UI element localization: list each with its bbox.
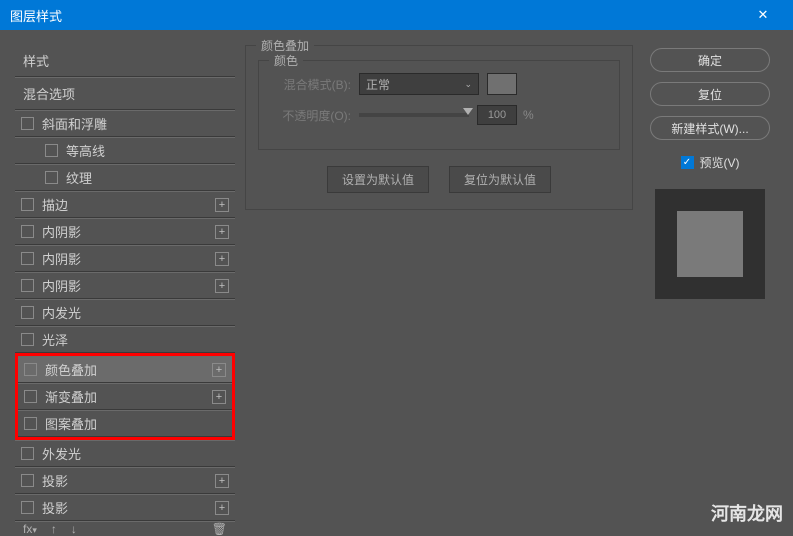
- style-label: 等高线: [66, 141, 229, 160]
- style-item[interactable]: 斜面和浮雕: [15, 110, 235, 137]
- add-effect-icon[interactable]: +: [215, 252, 229, 266]
- preview-checkbox-icon: ✓: [681, 156, 694, 169]
- style-label: 内阴影: [42, 249, 215, 268]
- style-label: 图案叠加: [45, 414, 226, 433]
- style-item[interactable]: 等高线: [15, 137, 235, 164]
- add-effect-icon[interactable]: +: [212, 390, 226, 404]
- add-effect-icon[interactable]: +: [215, 198, 229, 212]
- add-effect-icon[interactable]: +: [212, 363, 226, 377]
- style-checkbox[interactable]: [21, 198, 34, 211]
- style-item[interactable]: 渐变叠加+: [18, 383, 232, 410]
- style-label: 描边: [42, 195, 215, 214]
- close-button[interactable]: ✕: [743, 0, 783, 30]
- opacity-input[interactable]: 100: [477, 105, 517, 125]
- color-swatch[interactable]: [487, 73, 517, 95]
- style-label: 内发光: [42, 303, 229, 322]
- style-item[interactable]: 纹理: [15, 164, 235, 191]
- style-checkbox[interactable]: [24, 390, 37, 403]
- preview-toggle[interactable]: ✓ 预览(V): [681, 154, 740, 171]
- opacity-slider[interactable]: [359, 113, 469, 117]
- style-item[interactable]: 内阴影+: [15, 218, 235, 245]
- style-item[interactable]: 内发光: [15, 299, 235, 326]
- preview-swatch: [677, 211, 743, 277]
- style-checkbox[interactable]: [21, 117, 34, 130]
- style-checkbox[interactable]: [45, 171, 58, 184]
- fx-menu[interactable]: fx▾: [23, 522, 37, 536]
- style-checkbox[interactable]: [21, 306, 34, 319]
- style-checkbox[interactable]: [21, 474, 34, 487]
- style-item[interactable]: 投影+: [15, 467, 235, 494]
- style-label: 渐变叠加: [45, 387, 212, 406]
- add-effect-icon[interactable]: +: [215, 501, 229, 515]
- add-effect-icon[interactable]: +: [215, 279, 229, 293]
- main-content: 样式 混合选项 斜面和浮雕等高线纹理描边+内阴影+内阴影+内阴影+内发光光泽颜色…: [0, 30, 793, 532]
- style-label: 纹理: [66, 168, 229, 187]
- style-checkbox[interactable]: [21, 225, 34, 238]
- slider-thumb-icon: [463, 108, 473, 115]
- add-effect-icon[interactable]: +: [215, 225, 229, 239]
- add-effect-icon[interactable]: +: [215, 474, 229, 488]
- style-label: 外发光: [42, 444, 229, 463]
- style-label: 颜色叠加: [45, 360, 212, 379]
- left-panel: 样式 混合选项 斜面和浮雕等高线纹理描边+内阴影+内阴影+内阴影+内发光光泽颜色…: [0, 30, 235, 532]
- style-item[interactable]: 颜色叠加+: [18, 356, 232, 383]
- trash-icon[interactable]: 🗑: [212, 522, 227, 536]
- make-default-button[interactable]: 设置为默认值: [327, 166, 429, 193]
- titlebar: 图层样式 ✕: [0, 0, 793, 30]
- style-checkbox[interactable]: [45, 144, 58, 157]
- center-panel: 颜色叠加 颜色 混合模式(B): 正常 ⌄ 不透明度(O): 100: [235, 30, 643, 532]
- percent-label: %: [523, 108, 534, 122]
- window-title: 图层样式: [10, 6, 62, 25]
- styles-header[interactable]: 样式: [15, 45, 235, 77]
- inner-group-title: 颜色: [269, 52, 303, 69]
- style-item[interactable]: 光泽: [15, 326, 235, 353]
- opacity-row: 不透明度(O): 100 %: [271, 105, 607, 125]
- cancel-button[interactable]: 复位: [650, 82, 770, 106]
- style-label: 斜面和浮雕: [42, 114, 229, 133]
- style-label: 投影: [42, 471, 215, 490]
- opacity-label: 不透明度(O):: [271, 107, 351, 124]
- color-overlay-group: 颜色叠加 颜色 混合模式(B): 正常 ⌄ 不透明度(O): 100: [245, 45, 633, 210]
- move-up-icon[interactable]: ↑: [51, 522, 57, 536]
- style-checkbox[interactable]: [21, 447, 34, 460]
- new-style-button[interactable]: 新建样式(W)...: [650, 116, 770, 140]
- move-down-icon[interactable]: ↓: [71, 522, 77, 536]
- style-item[interactable]: 外发光: [15, 440, 235, 467]
- style-item[interactable]: 内阴影+: [15, 272, 235, 299]
- preview-box: [655, 189, 765, 299]
- blend-options-header[interactable]: 混合选项: [15, 77, 235, 110]
- style-label: 光泽: [42, 330, 229, 349]
- color-group: 颜色 混合模式(B): 正常 ⌄ 不透明度(O): 100 %: [258, 60, 620, 150]
- style-checkbox[interactable]: [21, 252, 34, 265]
- blend-mode-select[interactable]: 正常 ⌄: [359, 73, 479, 95]
- style-item[interactable]: 内阴影+: [15, 245, 235, 272]
- style-checkbox[interactable]: [21, 501, 34, 514]
- right-panel: 确定 复位 新建样式(W)... ✓ 预览(V): [643, 30, 793, 532]
- style-checkbox[interactable]: [21, 279, 34, 292]
- style-list: 斜面和浮雕等高线纹理描边+内阴影+内阴影+内阴影+内发光光泽颜色叠加+渐变叠加+…: [15, 110, 235, 521]
- default-buttons: 设置为默认值 复位为默认值: [258, 166, 620, 193]
- ok-button[interactable]: 确定: [650, 48, 770, 72]
- blend-mode-label: 混合模式(B):: [271, 76, 351, 93]
- blend-mode-row: 混合模式(B): 正常 ⌄: [271, 73, 607, 95]
- style-label: 投影: [42, 498, 215, 517]
- style-label: 内阴影: [42, 276, 215, 295]
- style-item[interactable]: 图案叠加: [18, 410, 232, 437]
- preview-label: 预览(V): [700, 154, 740, 171]
- left-bottom-bar: fx▾ ↑ ↓ 🗑: [15, 521, 235, 536]
- style-label: 内阴影: [42, 222, 215, 241]
- reset-default-button[interactable]: 复位为默认值: [449, 166, 551, 193]
- style-item[interactable]: 描边+: [15, 191, 235, 218]
- style-checkbox[interactable]: [24, 417, 37, 430]
- style-checkbox[interactable]: [24, 363, 37, 376]
- chevron-down-icon: ⌄: [464, 79, 472, 90]
- style-checkbox[interactable]: [21, 333, 34, 346]
- style-item[interactable]: 投影+: [15, 494, 235, 521]
- highlight-annotation: 颜色叠加+渐变叠加+图案叠加: [15, 353, 235, 440]
- close-icon: ✕: [758, 7, 769, 23]
